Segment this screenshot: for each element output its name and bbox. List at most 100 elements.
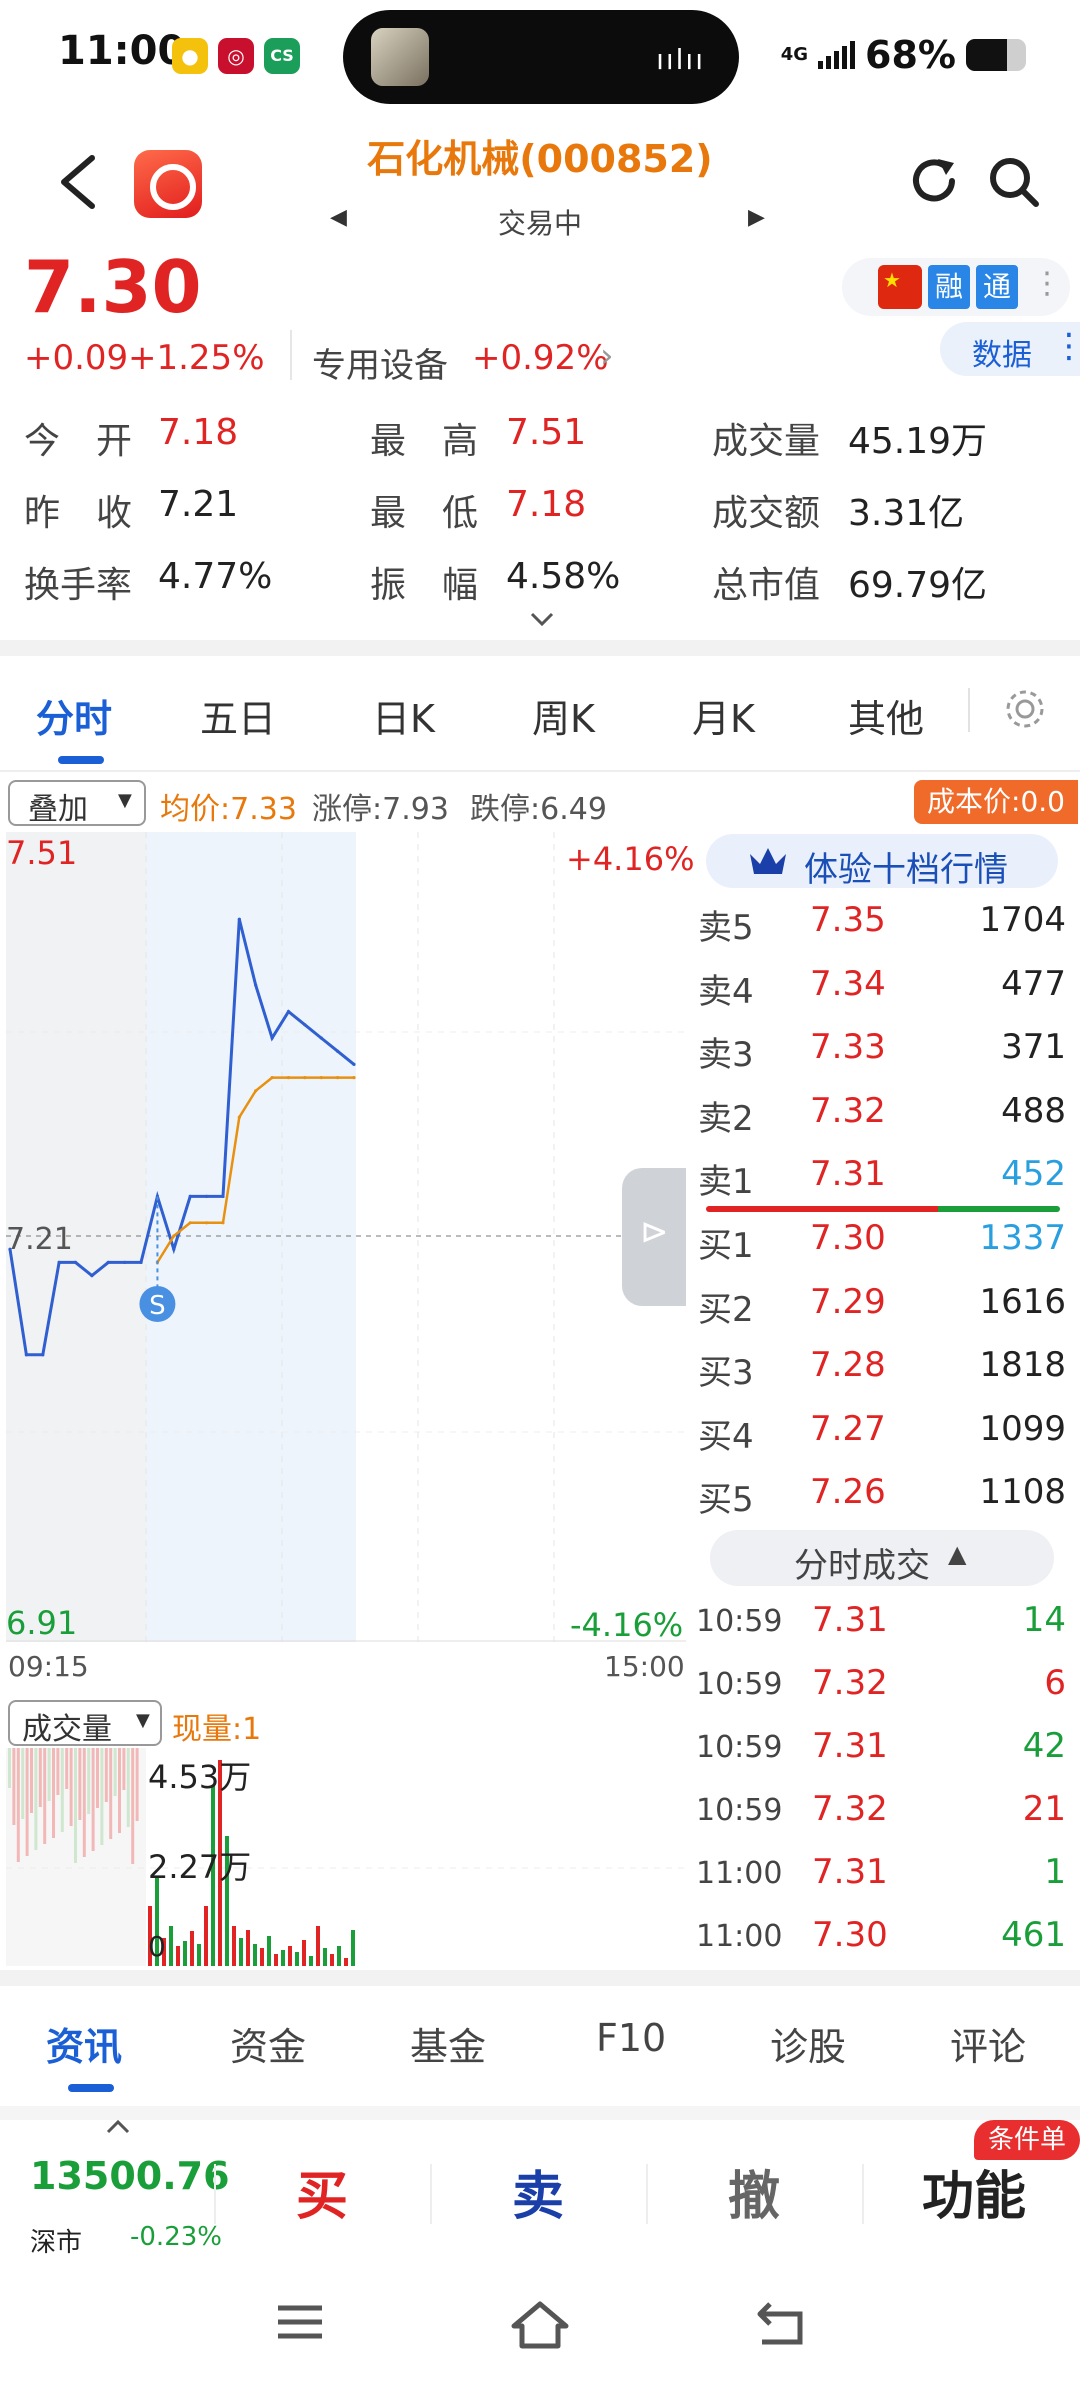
ask-volume: 371 — [1001, 1027, 1066, 1068]
y-axis-prev-close: 7.21 — [6, 1222, 73, 1257]
tab-3[interactable]: 日K — [372, 688, 435, 743]
tick-price: 7.32 — [812, 1789, 888, 1829]
stock-title[interactable]: 石化机械(000852) — [300, 128, 780, 183]
stock-badges[interactable]: 融 通 ⋮ — [842, 258, 1070, 316]
bank-app-icon: ◎ — [218, 38, 254, 74]
price-point — [270, 1036, 274, 1040]
cancel-order-button[interactable]: 撤 — [728, 2154, 780, 2229]
price-point — [139, 1260, 143, 1264]
chevron-down-icon[interactable] — [528, 610, 556, 630]
pre-market-volume-bar — [65, 1748, 69, 1789]
pre-market-volume-bar — [60, 1748, 64, 1832]
prev-stock-arrow-icon[interactable]: ◀ — [330, 205, 347, 230]
battery-percent: 68% — [865, 33, 956, 77]
sector-change[interactable]: +0.92% — [472, 338, 609, 378]
tab-2[interactable]: 五日 — [200, 688, 276, 743]
media-thumbnail — [371, 28, 429, 86]
bid-volume: 1616 — [979, 1281, 1066, 1322]
index-value[interactable]: 13500.76 — [30, 2154, 230, 2198]
info-tab-1[interactable]: 资讯 — [46, 2016, 122, 2071]
volume-bar — [176, 1946, 180, 1966]
tab-4[interactable]: 周K — [532, 688, 595, 743]
tick-price: 7.31 — [812, 1852, 888, 1892]
functions-button[interactable]: 功能 — [922, 2154, 1026, 2229]
back-nav-icon[interactable] — [754, 2300, 806, 2346]
divider — [646, 2164, 648, 2224]
dynamic-island[interactable]: ıılıı — [343, 10, 739, 104]
volume-bar — [239, 1938, 243, 1966]
volume-bar — [260, 1948, 264, 1966]
chevron-right-icon[interactable]: › — [600, 336, 614, 376]
price-point — [73, 1260, 78, 1264]
current-volume: 现量:1 — [172, 1712, 262, 1747]
status-time: 11:00 — [58, 28, 186, 74]
gear-icon[interactable] — [1002, 686, 1048, 732]
price-point — [254, 983, 258, 987]
pre-market-volume-bar — [104, 1748, 108, 1802]
next-stock-arrow-icon[interactable]: ▶ — [748, 205, 765, 230]
buy-button[interactable]: 买 — [296, 2154, 348, 2229]
stat-label: 昨 收 — [24, 493, 133, 534]
cost-price-button[interactable]: 成本价:0.0 — [914, 780, 1078, 824]
chevron-right-icon: ⊳ — [640, 1212, 669, 1252]
pre-market-volume-bar — [131, 1748, 135, 1864]
volume-chart[interactable] — [6, 1748, 686, 1966]
caret-up-icon: ▲ — [948, 1540, 967, 1568]
bid-label: 买2 — [698, 1289, 754, 1330]
tick-price: 7.32 — [812, 1663, 888, 1703]
volume-bar — [253, 1944, 257, 1966]
info-tab-6[interactable]: 评论 — [950, 2016, 1026, 2071]
tab-5[interactable]: 月K — [692, 688, 755, 743]
indicator-select-label: 成交量 — [22, 1712, 112, 1747]
search-icon[interactable] — [986, 154, 1042, 210]
indicator-select[interactable]: 成交量 ▼ — [8, 1700, 162, 1747]
info-tab-3[interactable]: 基金 — [410, 2016, 486, 2071]
pre-market-volume-bar — [135, 1748, 139, 1821]
sell-button[interactable]: 卖 — [512, 2154, 564, 2229]
index-name: 深市 — [30, 2228, 83, 2258]
tab-1[interactable]: 分时 — [36, 688, 112, 743]
ask-price: 7.31 — [810, 1154, 886, 1195]
tick-price: 7.31 — [812, 1600, 888, 1640]
sector-name[interactable]: 专用设备 — [312, 338, 448, 387]
battery-icon — [966, 39, 1026, 71]
tick-time: 10:59 — [696, 1604, 783, 1639]
price-point — [172, 1247, 176, 1251]
info-tab-5[interactable]: 诊股 — [770, 2016, 846, 2071]
bid-price: 7.29 — [810, 1281, 886, 1322]
back-arrow-icon[interactable] — [52, 150, 104, 214]
tab-6[interactable]: 其他 — [848, 688, 924, 743]
ticks-toggle-button[interactable]: 分时成交 ▲ — [710, 1530, 1054, 1586]
overlay-select-label: 叠加 — [28, 792, 88, 827]
home-icon[interactable] — [510, 2300, 570, 2350]
app-logo[interactable] — [134, 150, 202, 218]
price-point — [57, 1260, 61, 1264]
stat-label: 成交量 — [712, 421, 821, 462]
overlay-select[interactable]: 叠加 ▼ — [8, 780, 146, 827]
info-tab-4[interactable]: F10 — [596, 2016, 666, 2060]
data-button[interactable]: 数据 ⋮ — [940, 322, 1080, 376]
intraday-chart[interactable]: S — [6, 832, 686, 1642]
level2-button[interactable]: 体验十档行情 — [706, 834, 1058, 890]
conditional-order-badge[interactable]: 条件单 — [974, 2120, 1080, 2160]
pre-market-volume-bar — [74, 1748, 77, 1863]
pre-market-volume-bar — [100, 1748, 104, 1845]
refresh-icon[interactable] — [906, 153, 962, 209]
average-price-point — [303, 1076, 307, 1080]
info-tab-2[interactable]: 资金 — [230, 2016, 306, 2071]
average-price-point — [237, 1115, 241, 1119]
chevron-up-icon[interactable] — [104, 2116, 132, 2136]
pre-market-volume-bar — [38, 1748, 42, 1807]
volume-bar — [281, 1950, 285, 1966]
tick-time: 10:59 — [696, 1730, 783, 1765]
pct-axis-high: +4.16% — [566, 840, 695, 878]
price-point — [123, 1260, 127, 1264]
volume-bar — [169, 1926, 173, 1966]
collapse-handle[interactable]: ⊳ — [622, 1168, 686, 1306]
average-price-point — [286, 1076, 291, 1080]
menu-icon[interactable] — [274, 2300, 326, 2344]
ask-price: 7.34 — [810, 963, 886, 1004]
stat-value: 7.18 — [158, 412, 239, 453]
bid-ask-ratio-bar — [706, 1206, 1060, 1212]
pre-market-volume-bar — [56, 1748, 60, 1795]
